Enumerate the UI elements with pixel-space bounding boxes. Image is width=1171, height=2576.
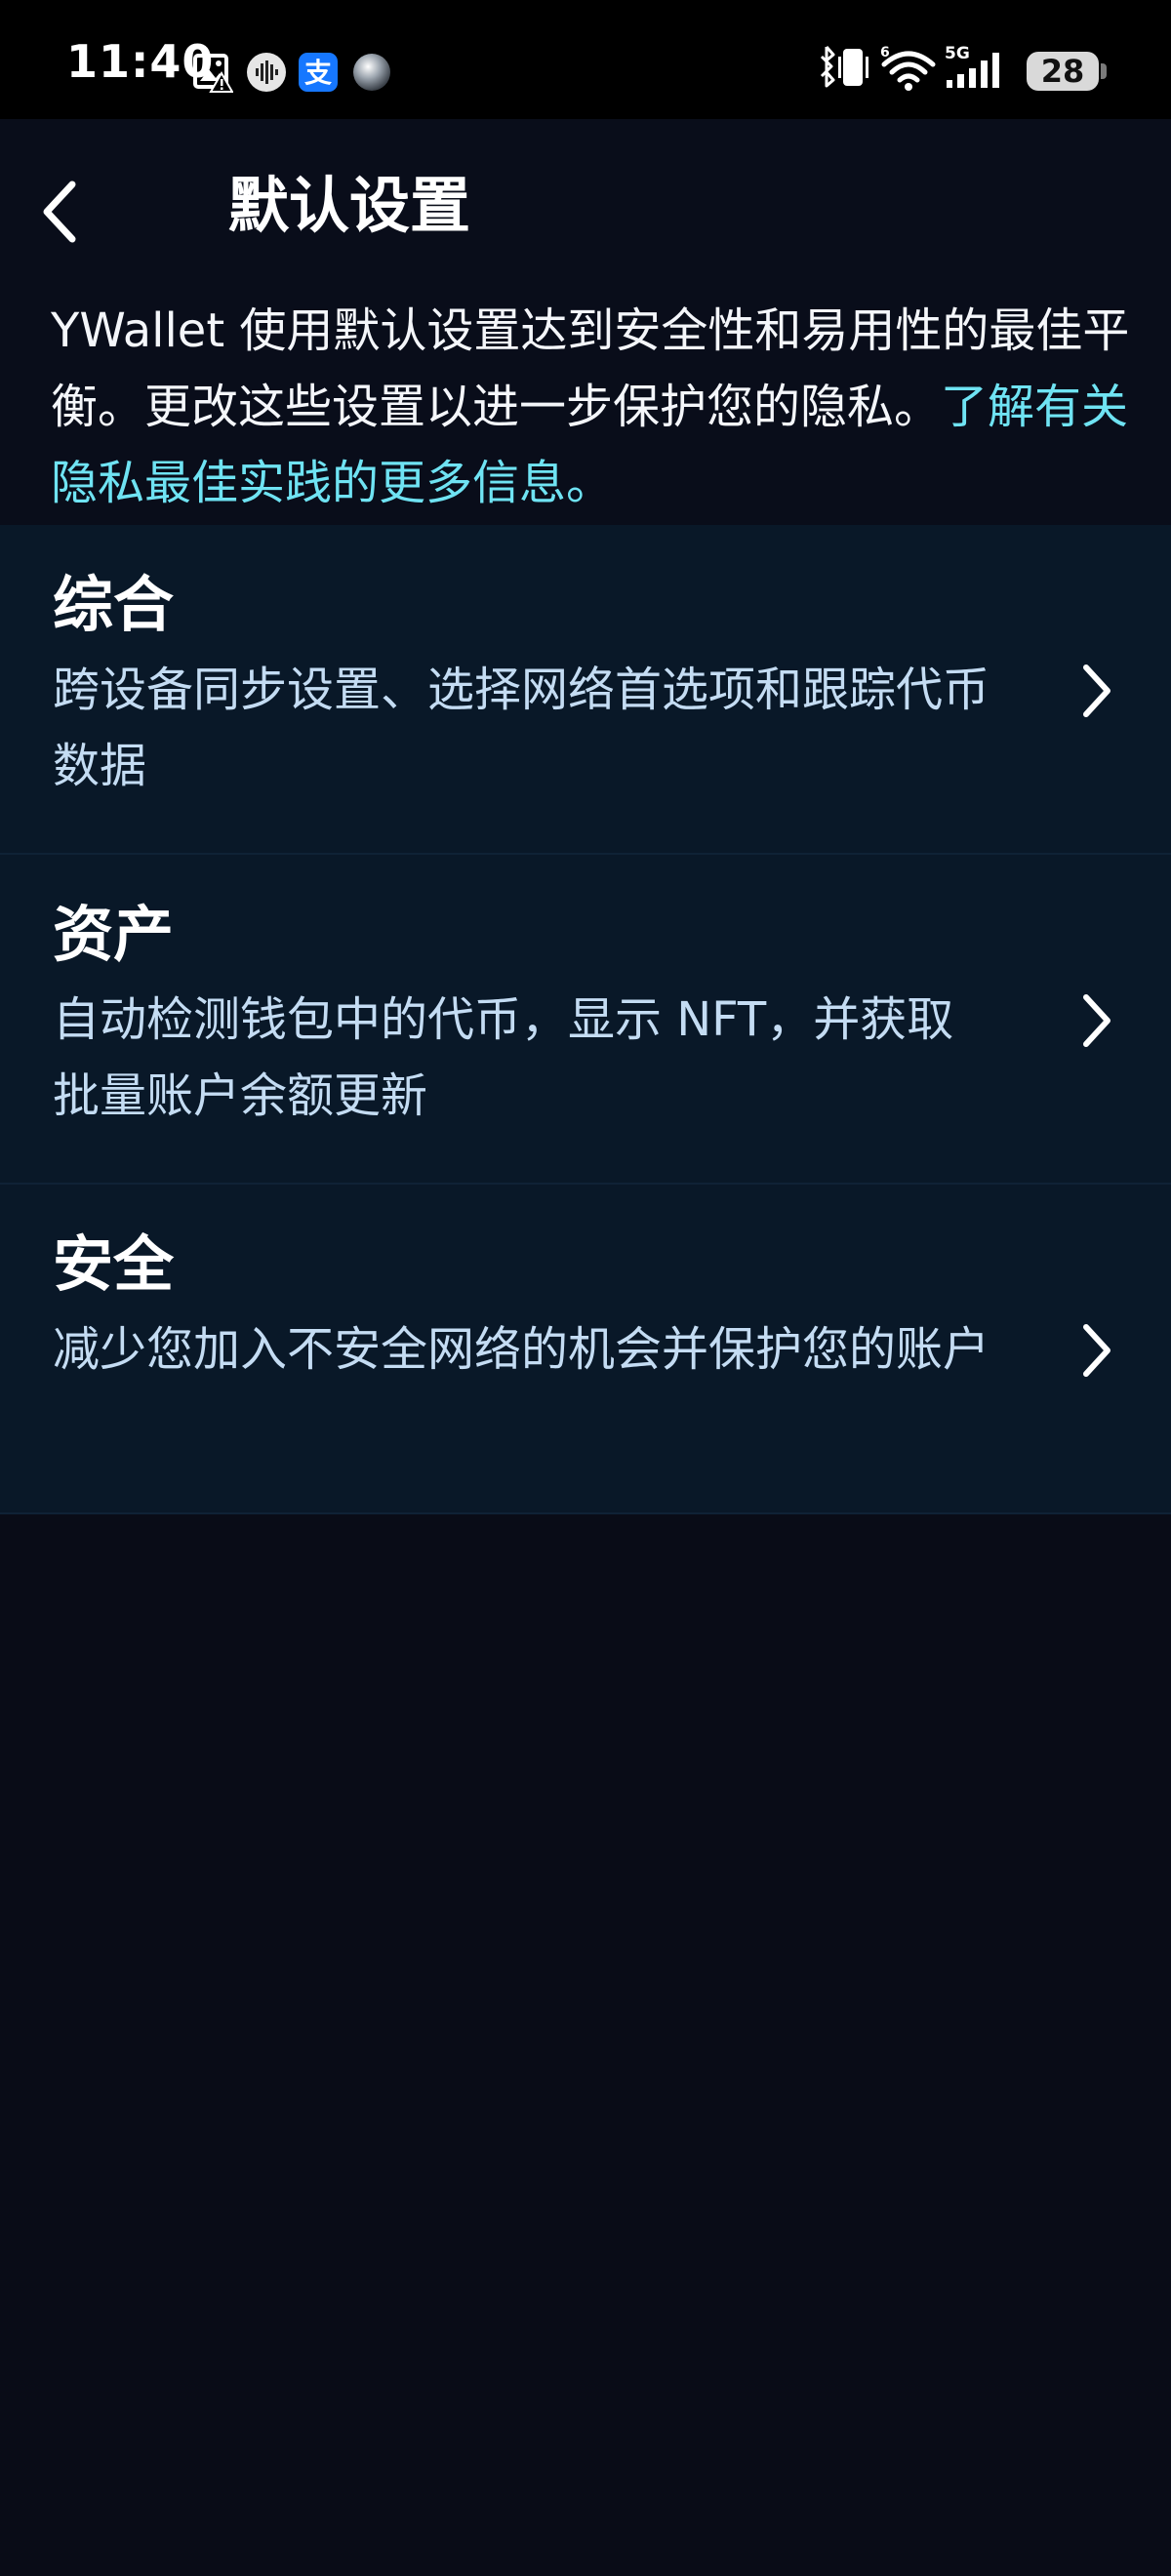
setting-item-assets[interactable]: 资产 自动检测钱包中的代币，显示 NFT，并获取批量账户余额更新 — [0, 855, 1171, 1185]
svg-text:支: 支 — [304, 57, 332, 89]
chevron-right-icon — [1083, 1324, 1110, 1377]
sphere-app-icon — [353, 54, 390, 91]
setting-item-security[interactable]: 安全 减少您加入不安全网络的机会并保护您的账户 — [0, 1185, 1171, 1514]
back-button[interactable] — [33, 173, 92, 251]
setting-title: 资产 — [53, 899, 175, 970]
setting-item-general[interactable]: 综合 跨设备同步设置、选择网络首选项和跟踪代币数据 — [0, 525, 1171, 855]
page-title: 默认设置 — [228, 170, 471, 241]
setting-description: 自动检测钱包中的代币，显示 NFT，并获取批量账户余额更新 — [53, 992, 954, 1123]
battery-indicator: 28 — [1027, 52, 1099, 91]
bluetooth-vibrate-icon — [820, 46, 868, 88]
audio-wave-icon — [247, 53, 286, 92]
battery-level: 28 — [1040, 53, 1085, 90]
chevron-right-icon — [1083, 994, 1110, 1047]
chevron-right-icon — [1083, 664, 1110, 717]
settings-list: 综合 跨设备同步设置、选择网络首选项和跟踪代币数据 资产 自动检测钱包中的代币，… — [0, 525, 1171, 1514]
alipay-icon: 支 — [299, 53, 338, 92]
network-label: 5G — [945, 44, 970, 63]
setting-description: 减少您加入不安全网络的机会并保护您的账户 — [53, 1322, 990, 1377]
chevron-left-icon — [43, 181, 76, 243]
status-bar: 11:40 支 6 5G 28 — [0, 0, 1171, 119]
intro-text-block: YWallet 使用默认设置达到安全性和易用性的最佳平衡。更改这些设置以进一步保… — [51, 293, 1134, 521]
wifi-icon: 6 — [880, 45, 936, 91]
signal-icon: 5G — [945, 44, 999, 88]
setting-description: 跨设备同步设置、选择网络首选项和跟踪代币数据 — [53, 663, 990, 793]
setting-title: 综合 — [53, 569, 175, 640]
gallery-alert-icon — [193, 54, 233, 93]
battery-tip — [1101, 63, 1107, 79]
setting-title: 安全 — [53, 1228, 175, 1300]
header: 默认设置 YWallet 使用默认设置达到安全性和易用性的最佳平衡。更改这些设置… — [0, 119, 1171, 529]
